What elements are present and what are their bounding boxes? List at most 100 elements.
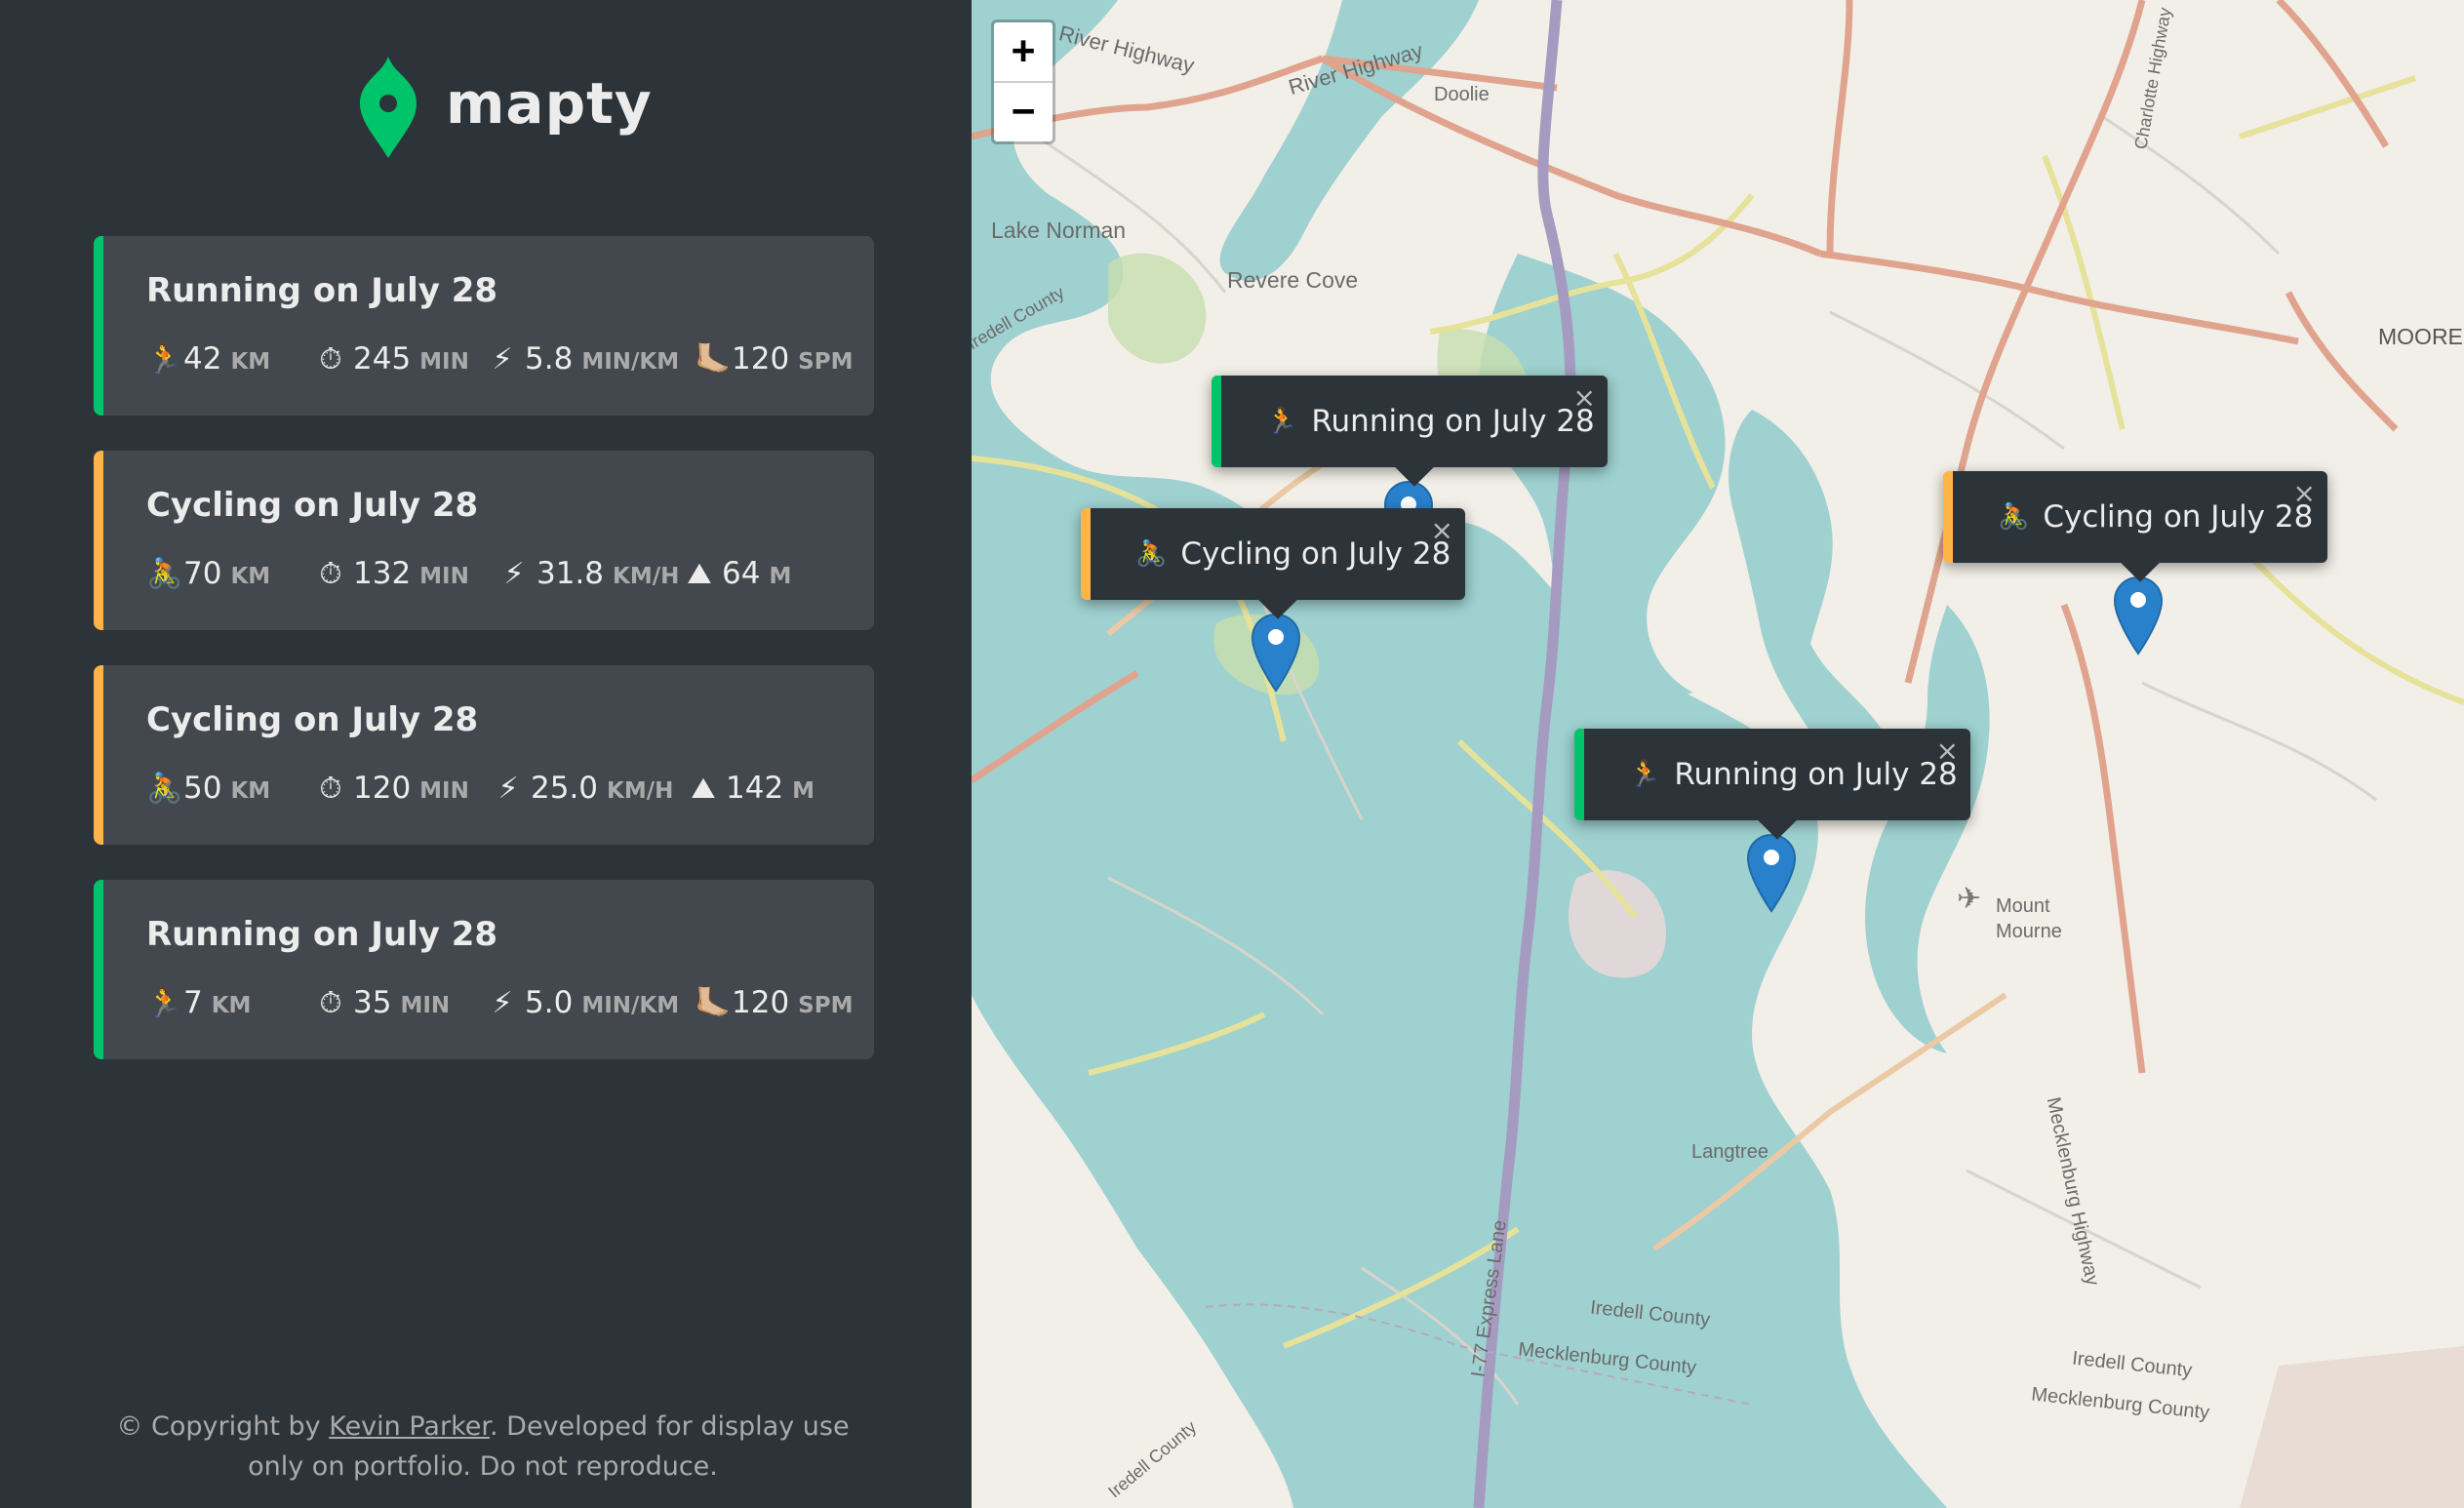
lightning-icon: ⚡ (497, 772, 519, 806)
speed-detail: ⚡ 31.8 km/h (499, 556, 679, 591)
distance-value: 42 (183, 341, 222, 377)
duration-detail: ⏱ 35 min (316, 985, 450, 1020)
workout-title: Running on July 28 (146, 915, 498, 954)
workout-card[interactable]: Cycling on July 28 🚴 70 km ⏱ 132 min ⚡ 3… (94, 451, 874, 630)
close-icon[interactable]: × (1431, 514, 1453, 546)
elevation-detail: ⛰ 142 m (689, 771, 815, 806)
logo-text: mapty (446, 70, 653, 137)
speed-detail: ⚡ 25.0 km/h (494, 771, 673, 806)
duration-unit: min (419, 564, 469, 589)
pace-unit: min/km (581, 993, 680, 1018)
workout-popup[interactable]: 🚴 Cycling on July 28 × (1081, 508, 1465, 619)
popup-label: Cycling on July 28 (1180, 536, 1451, 572)
map-pin-logo-icon (360, 57, 417, 158)
duration-unit: min (419, 778, 469, 804)
foot-icon: 🦶🏼 (695, 342, 732, 377)
map-label: MOORE (2378, 324, 2463, 349)
cyclist-icon: 🚴 (1998, 502, 2030, 532)
distance-value: 70 (183, 556, 222, 591)
stopwatch-icon: ⏱ (319, 557, 342, 591)
workout-card[interactable]: Running on July 28 🏃 42 km ⏱ 245 min ⚡ 5… (94, 236, 874, 416)
speed-value: 31.8 (537, 556, 605, 591)
map-marker-icon[interactable] (1746, 833, 1797, 913)
zoom-out-button[interactable]: − (994, 83, 1053, 141)
distance-unit: km (211, 993, 252, 1018)
cadence-unit: spm (798, 349, 854, 375)
map[interactable]: River Highway River Highway Doolie Lake … (972, 0, 2464, 1508)
popup-label: Running on July 28 (1674, 757, 1958, 792)
elevation-value: 64 (722, 556, 761, 591)
duration-value: 120 (353, 771, 412, 806)
elevation-value: 142 (726, 771, 784, 806)
logo: mapty (358, 57, 653, 158)
workout-title: Cycling on July 28 (146, 700, 479, 739)
duration-unit: min (400, 993, 451, 1018)
elevation-unit: m (769, 564, 792, 589)
map-marker-icon[interactable] (1251, 613, 1301, 693)
cadence-detail: 🦶🏼 120 spm (695, 985, 853, 1020)
runner-icon: 🏃 (1629, 760, 1661, 789)
close-icon[interactable]: × (1573, 381, 1596, 414)
workout-details: 🚴 70 km ⏱ 132 min ⚡ 31.8 km/h ⛰ 64 (146, 556, 888, 595)
distance-value: 50 (183, 771, 222, 806)
stopwatch-icon: ⏱ (319, 772, 342, 806)
cyclist-icon: 🚴 (146, 772, 183, 806)
map-label: Langtree (1691, 1141, 1769, 1163)
speed-value: 25.0 (531, 771, 599, 806)
duration-detail: ⏱ 132 min (316, 556, 469, 591)
duration-detail: ⏱ 245 min (316, 341, 469, 377)
sidebar: mapty Running on July 28 🏃 42 km ⏱ 245 m… (0, 0, 972, 1508)
distance-detail: 🏃 7 km (146, 985, 251, 1020)
map-label: Lake Norman (991, 218, 1127, 243)
workout-card[interactable]: Cycling on July 28 🚴 50 km ⏱ 120 min ⚡ 2… (94, 665, 874, 845)
airport-icon: ✈ (1957, 883, 1982, 915)
cyclist-icon: 🚴 (1135, 539, 1168, 569)
distance-detail: 🏃 42 km (146, 341, 270, 377)
workout-list: Running on July 28 🏃 42 km ⏱ 245 min ⚡ 5… (94, 236, 874, 1094)
popup-label: Cycling on July 28 (2043, 499, 2314, 535)
mountain-icon: ⛰ (691, 772, 716, 806)
workout-card[interactable]: Running on July 28 🏃 7 km ⏱ 35 min ⚡ 5.0… (94, 880, 874, 1059)
pace-value: 5.8 (525, 341, 574, 377)
workout-popup[interactable]: 🚴 Cycling on July 28 × (1943, 471, 2327, 582)
workout-title: Cycling on July 28 (146, 486, 479, 525)
runner-icon: 🏃 (146, 342, 183, 377)
zoom-control: + − (991, 20, 1055, 144)
duration-value: 132 (353, 556, 412, 591)
cadence-detail: 🦶🏼 120 spm (695, 341, 853, 377)
duration-unit: min (419, 349, 469, 375)
map-marker-icon[interactable] (2113, 575, 2164, 655)
workout-details: 🚴 50 km ⏱ 120 min ⚡ 25.0 km/h ⛰ 142 (146, 771, 888, 810)
duration-detail: ⏱ 120 min (316, 771, 469, 806)
author-link[interactable]: Kevin Parker (329, 1411, 490, 1442)
map-label: Mount Mourne (1996, 895, 2062, 942)
popup-label: Running on July 28 (1311, 404, 1595, 439)
speed-unit: km/h (607, 778, 674, 804)
copyright: © Copyright by Kevin Parker. Developed f… (98, 1407, 868, 1487)
copyright-prefix: © Copyright by (116, 1411, 330, 1442)
map-label: Doolie (1434, 84, 1490, 105)
cyclist-icon: 🚴 (146, 557, 183, 591)
workout-details: 🏃 42 km ⏱ 245 min ⚡ 5.8 min/km 🦶🏼 120 (146, 341, 888, 380)
pace-detail: ⚡ 5.0 min/km (488, 985, 679, 1020)
cadence-value: 120 (732, 985, 790, 1020)
pace-value: 5.0 (525, 985, 574, 1020)
runner-icon: 🏃 (1266, 407, 1298, 436)
cadence-value: 120 (732, 341, 790, 377)
stopwatch-icon: ⏱ (319, 342, 342, 377)
distance-detail: 🚴 50 km (146, 771, 270, 806)
distance-unit: km (230, 778, 271, 804)
distance-unit: km (230, 564, 271, 589)
close-icon[interactable]: × (1936, 734, 1959, 767)
workout-popup[interactable]: 🏃 Running on July 28 × (1574, 729, 1970, 840)
speed-unit: km/h (613, 564, 680, 589)
close-icon[interactable]: × (2293, 477, 2316, 509)
stopwatch-icon: ⏱ (319, 986, 342, 1020)
cadence-unit: spm (798, 993, 854, 1018)
workout-details: 🏃 7 km ⏱ 35 min ⚡ 5.0 min/km 🦶🏼 120 (146, 985, 888, 1024)
zoom-in-button[interactable]: + (994, 22, 1053, 83)
pace-detail: ⚡ 5.8 min/km (488, 341, 679, 377)
workout-popup[interactable]: 🏃 Running on July 28 × (1212, 376, 1608, 487)
workout-title: Running on July 28 (146, 271, 498, 310)
mountain-icon: ⛰ (687, 557, 712, 591)
